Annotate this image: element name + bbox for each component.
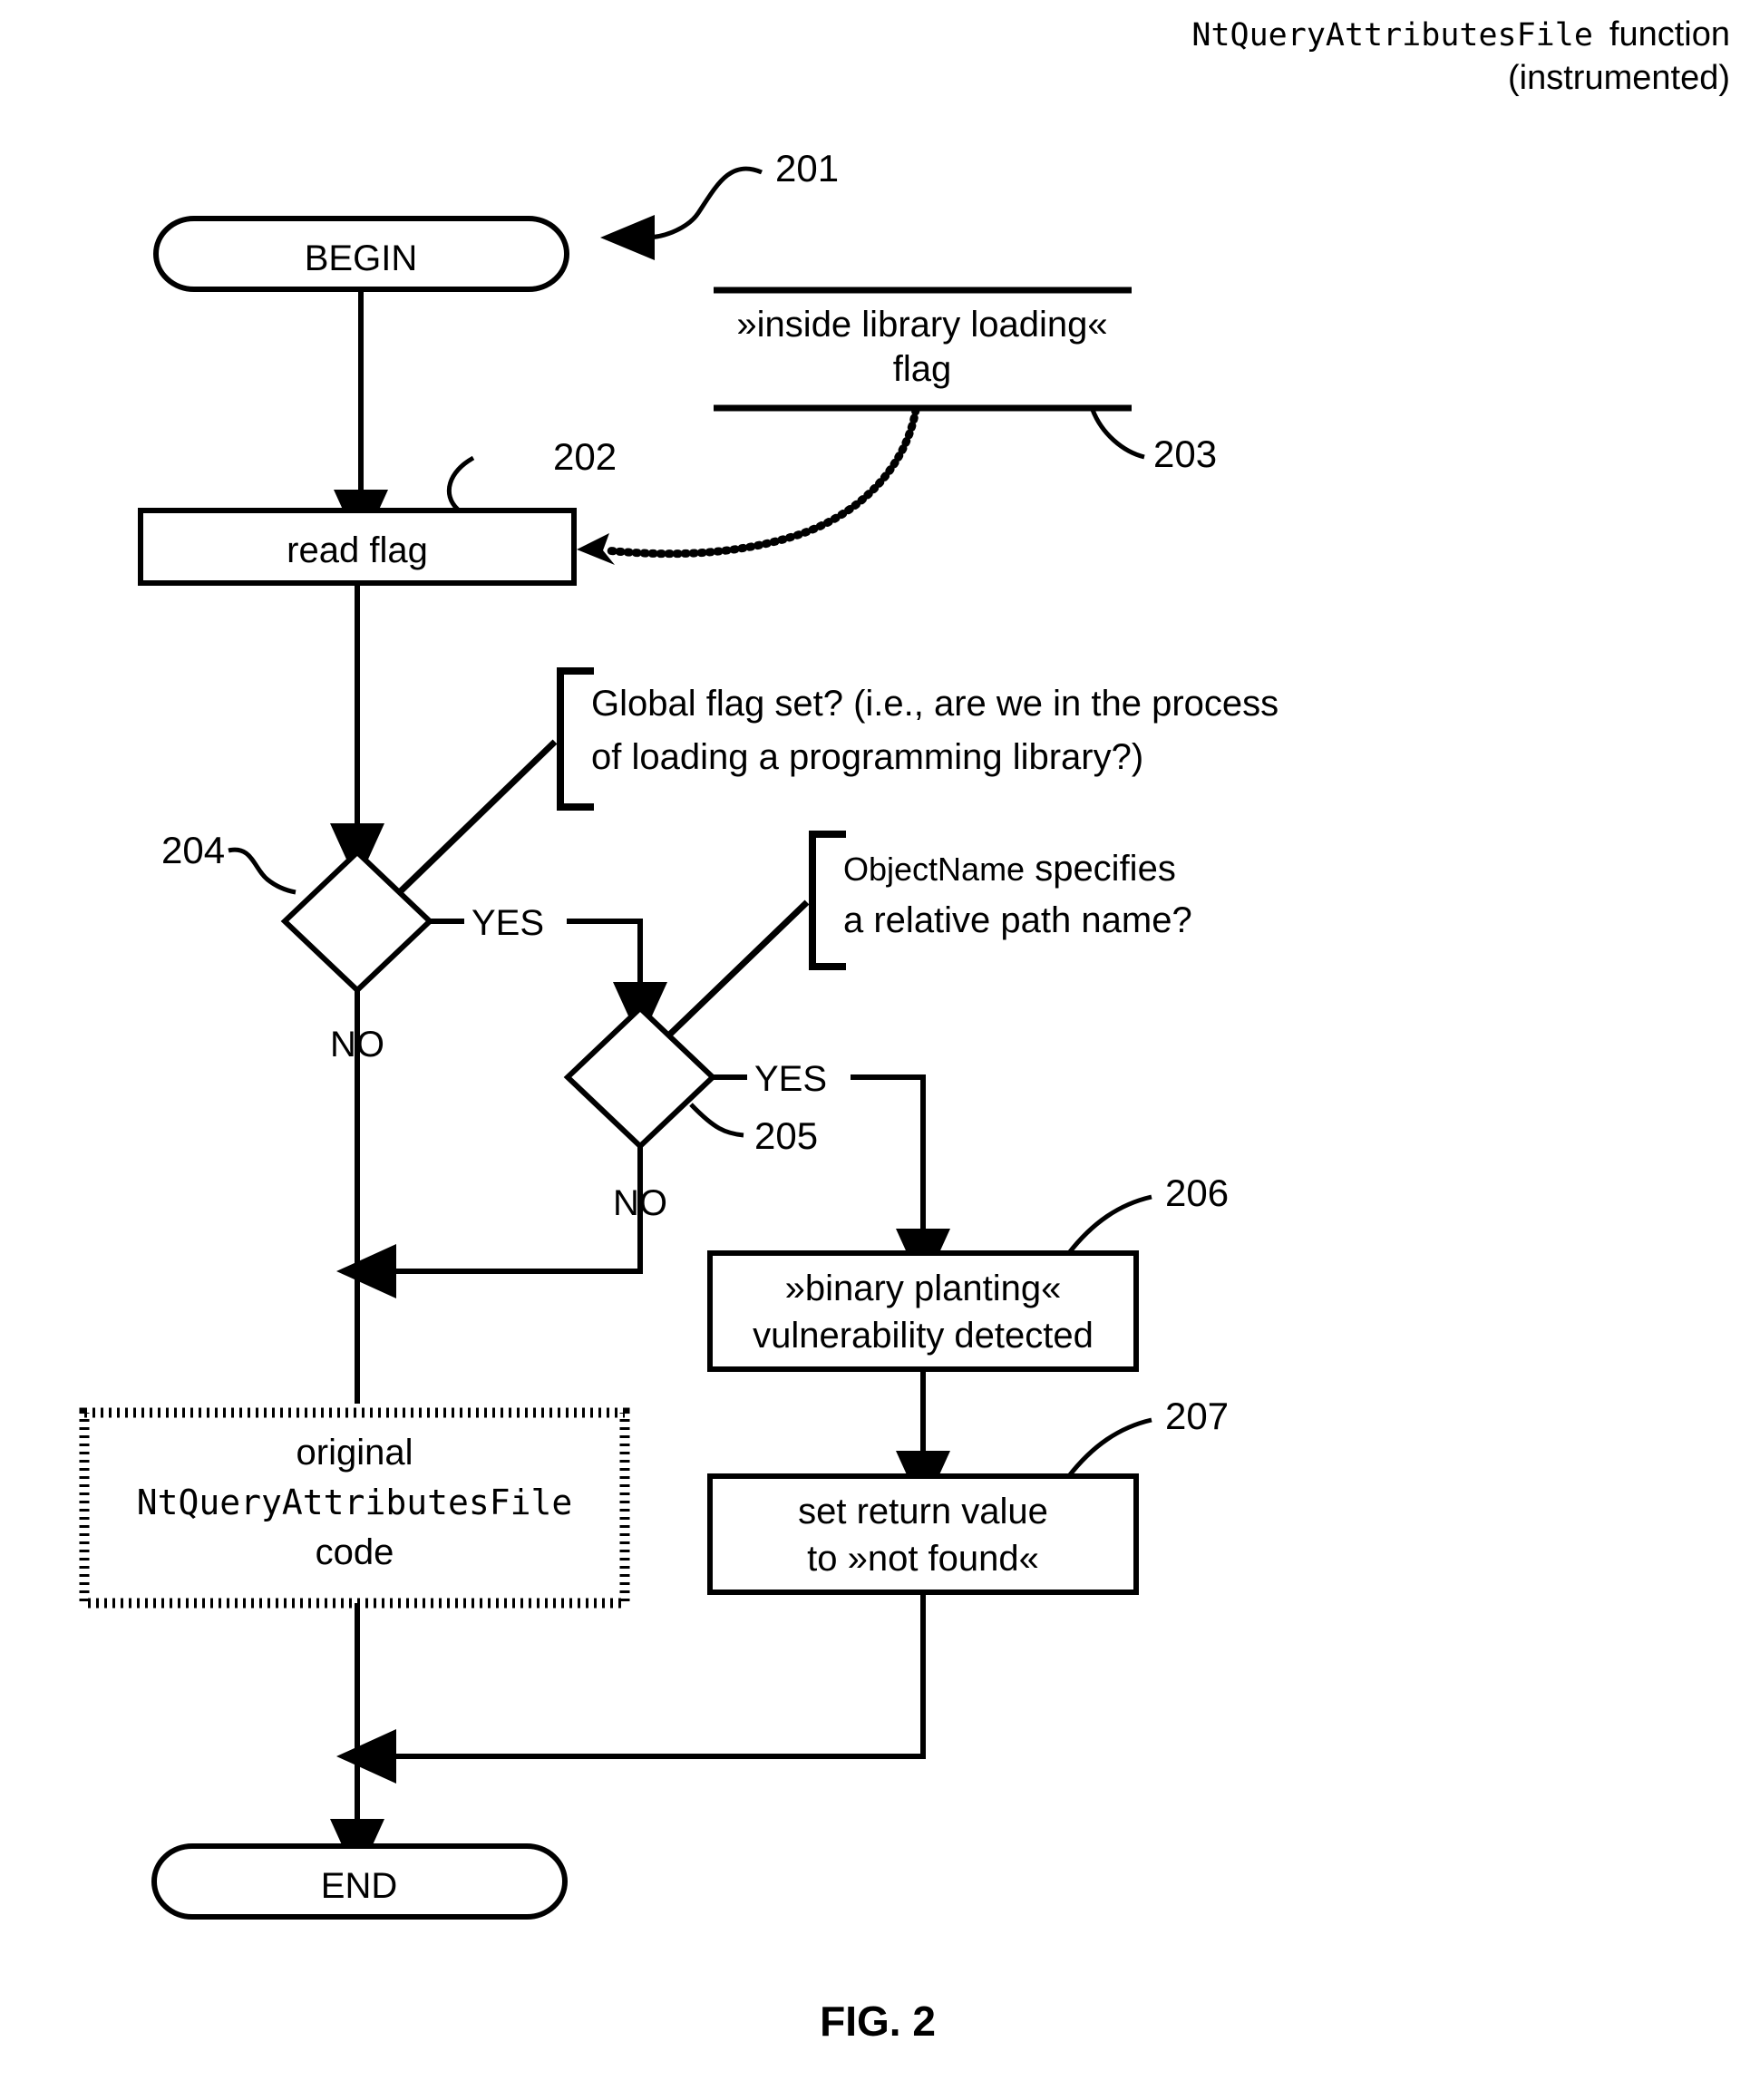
ref-205-leader bbox=[689, 1103, 744, 1138]
question-205-line2: a relative path name? bbox=[843, 900, 1192, 940]
question-204-line1: Global flag set? (i.e., are we in the pr… bbox=[591, 684, 1278, 724]
original-code-line2: NtQueryAttributesFile bbox=[137, 1483, 572, 1522]
ref-206-leader bbox=[1066, 1194, 1152, 1256]
binary-planting-line1: »binary planting« bbox=[785, 1269, 1062, 1308]
set-return-line2: to »not found« bbox=[807, 1539, 1039, 1579]
edge-d205-no-to-main bbox=[336, 1146, 643, 1298]
ref-203-label: 203 bbox=[1153, 433, 1217, 475]
question-205-rest: specifies bbox=[1025, 849, 1176, 889]
edge-flag-to-readflag bbox=[601, 405, 920, 559]
edge-d204-yes-to-d205 bbox=[567, 919, 667, 1042]
begin-node-label: BEGIN bbox=[305, 238, 417, 278]
question-205-mono: ObjectName bbox=[843, 851, 1025, 888]
ref-207-label: 207 bbox=[1165, 1395, 1229, 1437]
ref-204-label: 204 bbox=[161, 829, 225, 871]
ref-206-label: 206 bbox=[1165, 1172, 1229, 1214]
ref-201-leader bbox=[600, 166, 763, 260]
ref-202-leader bbox=[446, 455, 475, 511]
set-return-line1: set return value bbox=[798, 1492, 1048, 1531]
ref-207-leader bbox=[1066, 1417, 1152, 1479]
question-205-line1: ObjectName specifies bbox=[843, 849, 1176, 889]
flag-store-line2: flag bbox=[893, 349, 952, 389]
ref-202-label: 202 bbox=[553, 435, 617, 478]
ref-203-leader bbox=[1090, 409, 1145, 460]
flowchart-diagram: 201 BEGIN »inside library loading« flag … bbox=[79, 147, 1278, 2045]
ref-205-label: 205 bbox=[754, 1114, 818, 1157]
ref-204-leader bbox=[228, 847, 297, 895]
question-205-bracket bbox=[809, 831, 846, 970]
read-flag-label: read flag bbox=[287, 530, 428, 570]
binary-planting-line2: vulnerability detected bbox=[753, 1316, 1094, 1356]
decision-204-node bbox=[280, 848, 434, 995]
original-code-line1: original bbox=[297, 1433, 413, 1473]
edge-207-to-end-merge bbox=[336, 1592, 926, 1784]
figure-caption: FIG. 2 bbox=[820, 1998, 936, 2045]
end-node-label: END bbox=[321, 1866, 397, 1906]
edge-d205-yes-to-206 bbox=[851, 1074, 950, 1288]
original-code-line3: code bbox=[316, 1532, 394, 1572]
ref-201-label: 201 bbox=[775, 147, 839, 190]
decision-205-node bbox=[563, 1004, 717, 1151]
decision-205-yes-label: YES bbox=[754, 1059, 827, 1099]
flag-store-line1: »inside library loading« bbox=[736, 305, 1107, 345]
question-204-line2: of loading a programming library?) bbox=[591, 737, 1143, 777]
patent-figure-page: NtQueryAttributesFile function (instrumen… bbox=[0, 0, 1750, 2100]
decision-204-yes-label: YES bbox=[472, 903, 544, 943]
question-204-bracket bbox=[557, 667, 594, 811]
